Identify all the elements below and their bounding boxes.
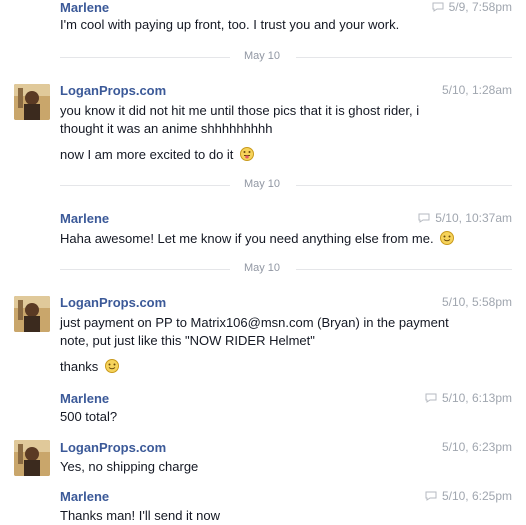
message-text: I'm cool with paying up front, too. I tr… <box>60 17 400 32</box>
message-text: Haha awesome! Let me know if you need an… <box>60 230 490 248</box>
message-text: Yes, no shipping charge <box>60 459 199 474</box>
timestamp: 5/10, 6:23pm <box>441 440 512 454</box>
sender-name[interactable]: Marlene <box>60 489 109 504</box>
timestamp: 5/9, 7:58pm <box>432 0 512 14</box>
message-text: you know it did not hit me until those p… <box>60 103 420 118</box>
avatar[interactable] <box>14 440 50 476</box>
sender-name[interactable]: Marlene <box>60 0 109 15</box>
message-text: thanks <box>60 358 490 376</box>
tongue-emoji-icon <box>240 147 255 161</box>
chat-bubble-icon <box>432 2 444 12</box>
timestamp: 5/10, 6:25pm <box>425 489 512 503</box>
smile-emoji-icon <box>440 231 455 245</box>
message-group: Marlene 5/10, 6:25pm Thanks man! I'll se… <box>0 489 526 525</box>
sender-name[interactable]: Marlene <box>60 391 109 406</box>
message-group: LoganProps.com 5/10, 5:58pm just payment… <box>0 294 526 380</box>
message-text: now I am more excited to do it <box>60 146 490 164</box>
message-text: 500 total? <box>60 409 118 424</box>
message-text: just payment on PP to Matrix106@msn.com … <box>60 315 449 330</box>
timestamp: 5/10, 6:13pm <box>425 391 512 405</box>
chat-bubble-icon <box>425 491 437 501</box>
message-group: LoganProps.com 5/10, 1:28am you know it … <box>0 82 526 172</box>
message-text: Thanks man! I'll send it now <box>60 508 220 523</box>
chat-bubble-icon <box>418 213 430 223</box>
sender-name[interactable]: LoganProps.com <box>60 295 166 310</box>
sender-name[interactable]: LoganProps.com <box>60 83 166 98</box>
message-group: Marlene 5/10, 10:37am Haha awesome! Let … <box>0 210 526 250</box>
chat-bubble-icon <box>425 393 437 403</box>
message-group: Marlene 5/9, 7:58pm I'm cool with paying… <box>0 0 526 36</box>
avatar[interactable] <box>14 296 50 332</box>
smile-emoji-icon <box>104 359 119 373</box>
timestamp: 5/10, 5:58pm <box>441 295 512 309</box>
sender-name[interactable]: LoganProps.com <box>60 440 166 455</box>
timestamp: 5/10, 10:37am <box>418 211 512 225</box>
sender-name[interactable]: Marlene <box>60 211 109 226</box>
timestamp: 5/10, 1:28am <box>441 83 512 97</box>
message-text: note, put just like this "NOW RIDER Helm… <box>60 333 315 348</box>
message-group: LoganProps.com 5/10, 6:23pm Yes, no ship… <box>0 440 526 480</box>
message-text: thought it was an anime shhhhhhhhh <box>60 121 273 136</box>
message-group: Marlene 5/10, 6:13pm 500 total? <box>0 390 526 426</box>
avatar[interactable] <box>14 84 50 120</box>
date-divider: May 10 <box>0 50 526 64</box>
date-divider: May 10 <box>0 262 526 276</box>
date-divider: May 10 <box>0 178 526 192</box>
